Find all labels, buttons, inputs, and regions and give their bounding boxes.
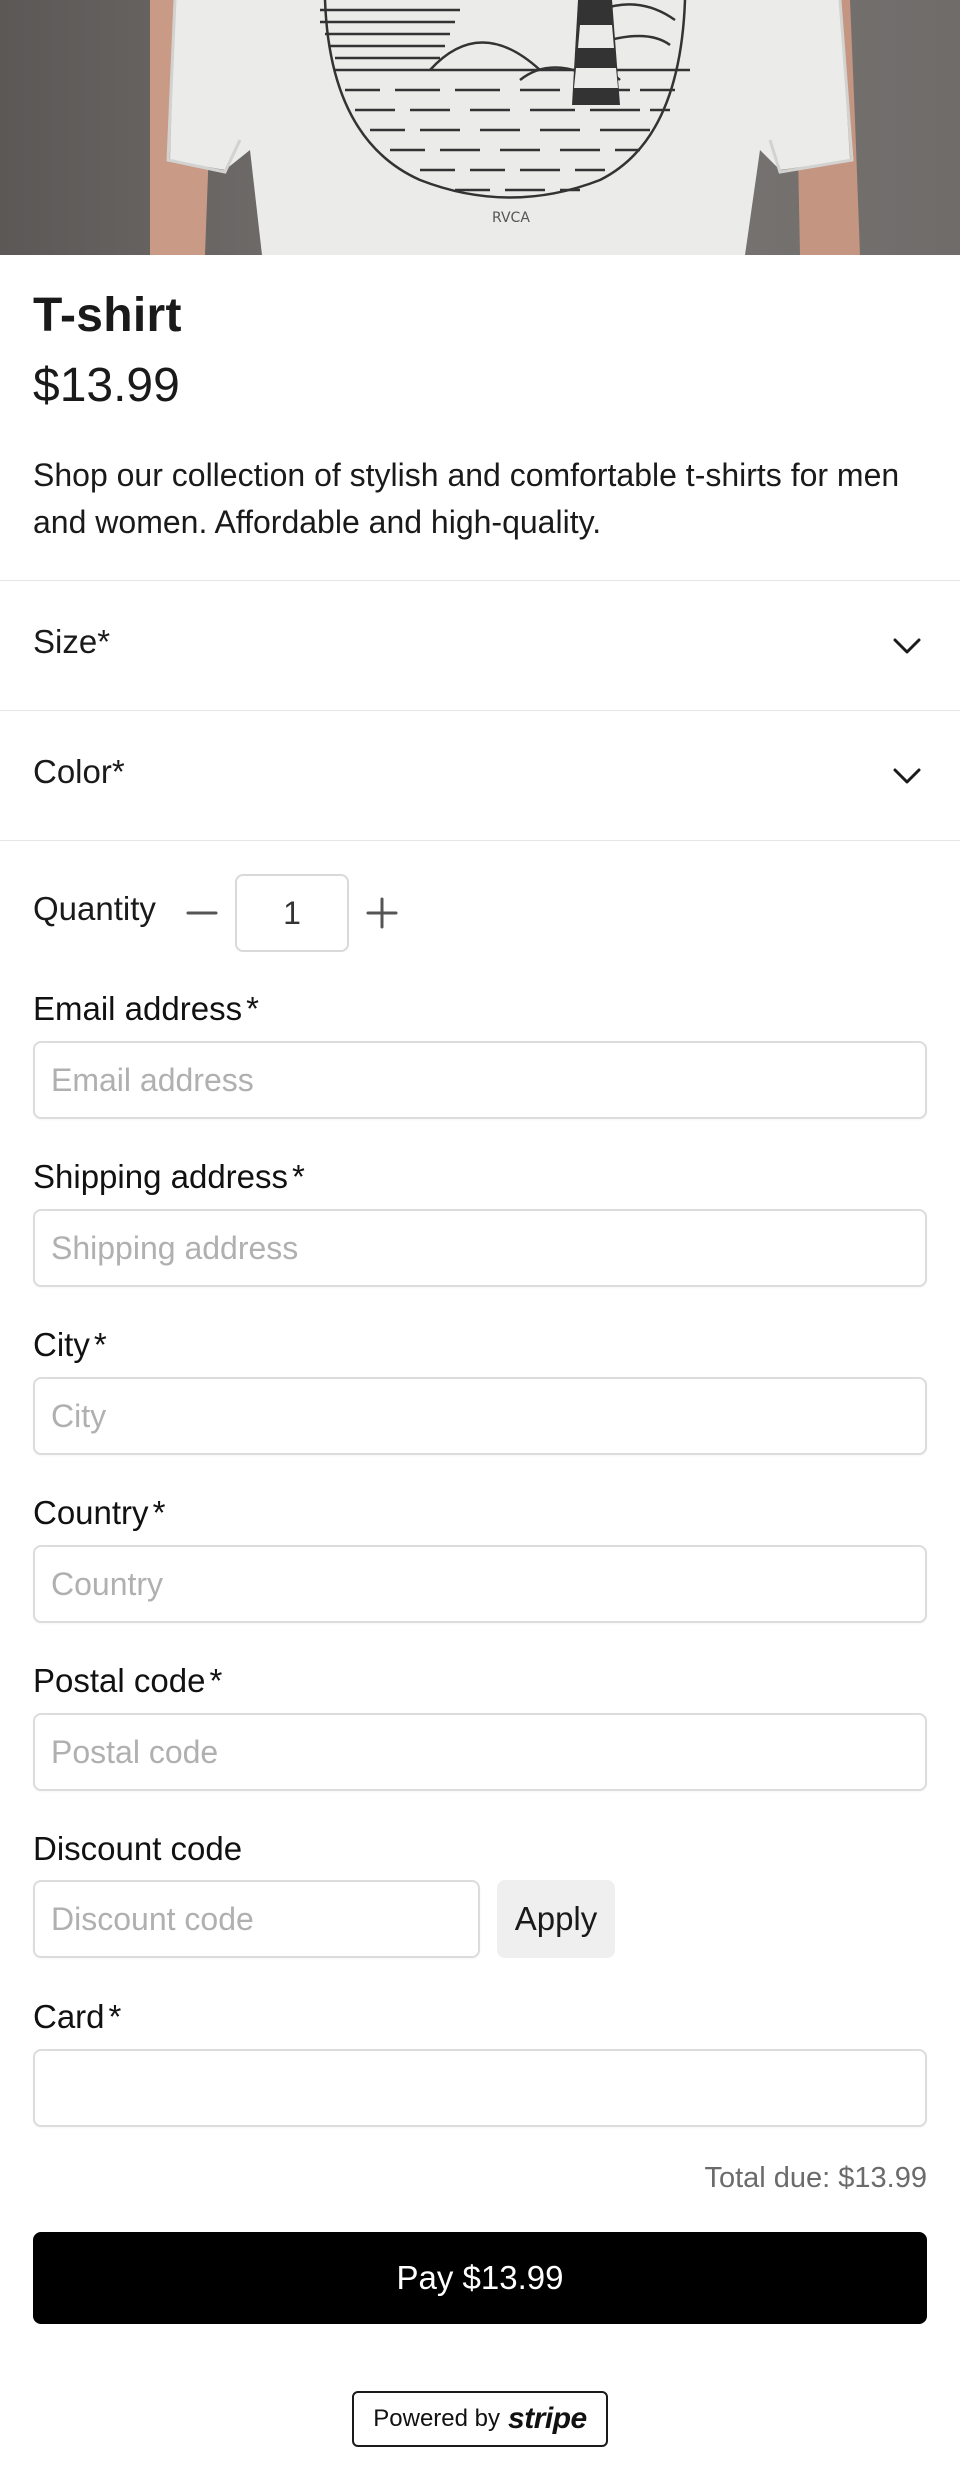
discount-code-field[interactable] bbox=[33, 1880, 480, 1958]
card-field[interactable] bbox=[33, 2049, 927, 2127]
chevron-down-icon bbox=[893, 768, 921, 784]
pay-button[interactable]: Pay $13.99 bbox=[33, 2232, 927, 2324]
chevron-down-icon bbox=[893, 638, 921, 654]
tshirt-illustration: RVCA bbox=[0, 0, 960, 255]
email-label: Email address * bbox=[33, 990, 259, 1027]
country-label: Country * bbox=[33, 1494, 166, 1531]
shipping-address-field[interactable] bbox=[33, 1209, 927, 1287]
plus-icon[interactable] bbox=[360, 891, 404, 935]
size-select[interactable]: Size* bbox=[0, 581, 960, 709]
size-label: Size* bbox=[33, 623, 111, 660]
divider bbox=[0, 840, 960, 841]
total-due: Total due: $13.99 bbox=[704, 2162, 927, 2194]
email-field[interactable] bbox=[33, 1041, 927, 1119]
shirt-brand-text: RVCA bbox=[492, 210, 530, 226]
product-description: Shop our collection of stylish and comfo… bbox=[33, 457, 900, 540]
discount-label: Discount code bbox=[33, 1830, 243, 1867]
postal-label: Postal code * bbox=[33, 1662, 223, 1699]
powered-by-stripe-badge[interactable]: Powered by stripe bbox=[352, 2391, 608, 2447]
minus-icon[interactable] bbox=[180, 891, 224, 935]
quantity-input[interactable]: 1 bbox=[235, 874, 349, 952]
product-price: $13.99 bbox=[33, 359, 180, 412]
product-title: T-shirt bbox=[33, 289, 182, 342]
stripe-logo: stripe bbox=[508, 2402, 587, 2435]
product-image: RVCA bbox=[0, 0, 960, 255]
country-field[interactable] bbox=[33, 1545, 927, 1623]
powered-by-text: Powered by bbox=[373, 2405, 501, 2432]
color-label: Color* bbox=[33, 753, 125, 790]
city-field[interactable] bbox=[33, 1377, 927, 1455]
quantity-label: Quantity bbox=[33, 890, 156, 927]
color-select[interactable]: Color* bbox=[0, 711, 960, 839]
city-label: City * bbox=[33, 1326, 107, 1363]
postal-code-field[interactable] bbox=[33, 1713, 927, 1791]
apply-button[interactable]: Apply bbox=[497, 1880, 615, 1958]
card-label: Card * bbox=[33, 1998, 122, 2035]
shipping-label: Shipping address * bbox=[33, 1158, 305, 1195]
